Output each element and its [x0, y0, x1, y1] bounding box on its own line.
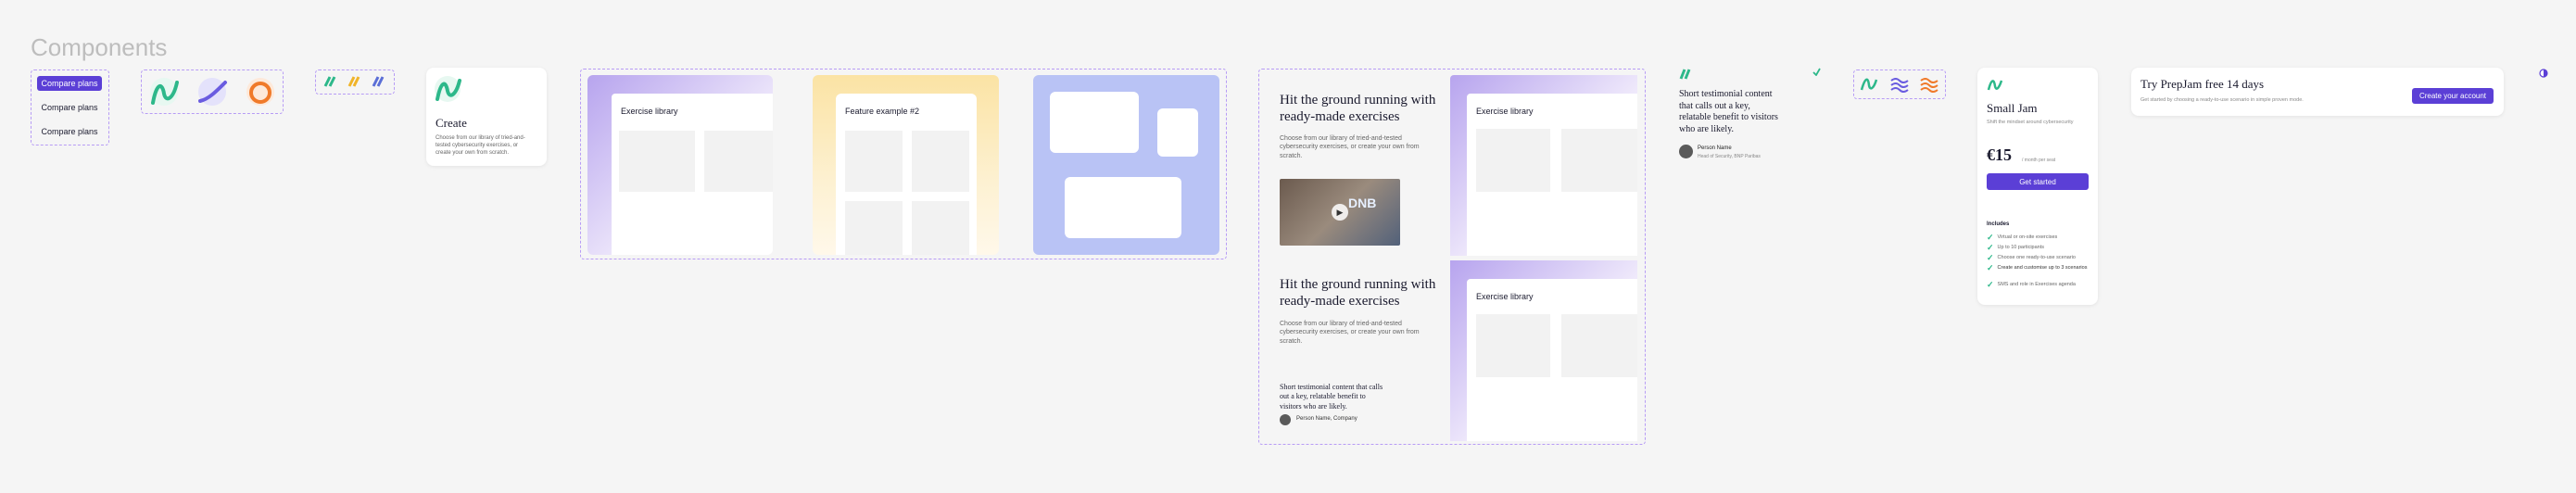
feature-item: ✓ Virtual or on-site exercises	[1987, 233, 2058, 242]
trial-title: Try PrepJam free 14 days	[2140, 77, 2265, 91]
small-icon-group	[315, 70, 395, 95]
feature-item: ✓ SMS and role in Exercises agenda	[1987, 280, 2076, 289]
hero-body: Choose from our library of tried-and-tes…	[1280, 135, 1420, 159]
page-title: Components	[31, 33, 168, 61]
floating-card	[1050, 92, 1139, 153]
trial-desc: Get started by choosing a ready-to-use s…	[2140, 97, 2304, 103]
compare-plans-secondary-button[interactable]: Compare plans	[37, 100, 102, 115]
feature-panel-yellow: Feature example #2	[813, 75, 999, 255]
floating-card	[1157, 108, 1198, 157]
check-icon: ✓	[1987, 253, 1994, 262]
orange-ring-icon	[246, 78, 274, 106]
plan-price: €15	[1987, 145, 2012, 164]
panel-window: Exercise library	[612, 94, 773, 255]
plan-price-unit: / month per seat	[2022, 158, 2056, 163]
button-variants-group: Compare plans Compare plans Compare plan…	[31, 70, 109, 145]
green-wave-icon	[150, 78, 179, 106]
placeholder-block	[845, 131, 903, 192]
floating-card	[1065, 177, 1181, 238]
feature-panels-group: Exercise library Feature example #2	[580, 69, 1227, 259]
placeholder-block	[845, 201, 903, 255]
create-card-title: Create	[436, 116, 467, 130]
panel-label: Exercise library	[1476, 292, 1534, 301]
check-icon: ✓	[1987, 243, 1994, 252]
hero-body: Choose from our library of tried-and-tes…	[1280, 321, 1420, 345]
panel-window: Exercise library	[1467, 279, 1637, 441]
large-icon-group	[141, 70, 284, 114]
hero-panel: Exercise library	[1450, 75, 1637, 256]
video-logo: DNB	[1348, 196, 1377, 210]
green-stripes-icon	[323, 76, 336, 87]
purple-swoosh-icon	[198, 78, 227, 106]
half-moon-icon	[2539, 69, 2548, 78]
placeholder-block	[1476, 314, 1550, 377]
panel-window: Feature example #2	[836, 94, 977, 255]
feature-item: ✓ Choose one ready-to-use scenario	[1987, 253, 2076, 262]
green-wave-icon	[1860, 78, 1878, 91]
green-stripes-icon	[1679, 69, 1691, 80]
trial-banner: Try PrepJam free 14 days Get started by …	[2131, 68, 2504, 116]
testimonial-name: Person Name	[1698, 145, 1732, 151]
hero-headline: Hit the ground running with ready-made e…	[1280, 277, 1436, 309]
orange-waves-icon	[1920, 78, 1938, 93]
placeholder-block	[619, 131, 695, 192]
avatar	[1679, 145, 1693, 158]
create-card: Create Choose from our library of tried-…	[426, 68, 547, 166]
placeholder-block	[912, 201, 969, 255]
compare-plans-tertiary-button[interactable]: Compare plans	[37, 124, 102, 139]
check-icon	[1812, 68, 1821, 76]
feature-list: ✓ Virtual or on-site exercises ✓ Up to 10 …	[1987, 233, 2090, 290]
plan-name: Small Jam	[1987, 101, 2038, 115]
feature-panel-blue	[1033, 75, 1219, 255]
video-thumbnail[interactable]: DNB ▶	[1280, 179, 1400, 246]
yellow-stripes-icon	[347, 76, 360, 87]
check-icon: ✓	[1987, 233, 1994, 242]
feature-item: ✓ Up to 10 participants	[1987, 243, 2044, 252]
hero-testimonial: Short testimonial content that calls out…	[1280, 383, 1383, 411]
purple-waves-icon	[1890, 78, 1909, 93]
get-started-button[interactable]: Get started	[1987, 173, 2089, 190]
panel-window: Exercise library	[1467, 94, 1637, 256]
includes-heading: Includes	[1987, 221, 2010, 227]
plan-desc: Shift the mindset around cybersecurity	[1987, 120, 2074, 125]
panel-label: Exercise library	[1476, 107, 1534, 116]
placeholder-block	[704, 131, 773, 192]
feature-item: ✓ Create and customise up to 3 scenarios	[1987, 263, 2088, 272]
medium-icon-group	[1853, 70, 1946, 99]
panel-label: Exercise library	[621, 107, 678, 116]
pricing-card: Small Jam Shift the mindset around cyber…	[1977, 68, 2098, 305]
panel-label: Feature example #2	[845, 107, 920, 116]
hero-person-name: Person Name, Company	[1296, 416, 1357, 422]
avatar	[1280, 414, 1291, 425]
testimonial-role: Head of Security, BNP Paribas	[1698, 154, 1761, 159]
placeholder-block	[1476, 129, 1550, 192]
hero-panel: Exercise library	[1450, 260, 1637, 441]
placeholder-block	[912, 131, 969, 192]
check-icon: ✓	[1987, 263, 1994, 272]
hero-sections-group: Hit the ground running with ready-made e…	[1258, 69, 1646, 445]
create-account-button[interactable]: Create your account	[2412, 88, 2494, 104]
placeholder-block	[1561, 129, 1637, 192]
play-icon[interactable]: ▶	[1332, 204, 1348, 221]
create-card-desc: Choose from our library of tried-and-tes…	[436, 135, 525, 157]
green-wave-icon	[1987, 80, 2003, 91]
hero-headline: Hit the ground running with ready-made e…	[1280, 93, 1436, 124]
green-wave-icon	[435, 76, 461, 102]
check-icon: ✓	[1987, 280, 1994, 289]
placeholder-block	[1561, 314, 1637, 377]
feature-panel-purple: Exercise library	[587, 75, 773, 255]
compare-plans-primary-button[interactable]: Compare plans	[37, 76, 102, 91]
blue-stripes-icon	[372, 76, 385, 87]
testimonial-quote: Short testimonial content that calls out…	[1679, 89, 1778, 134]
